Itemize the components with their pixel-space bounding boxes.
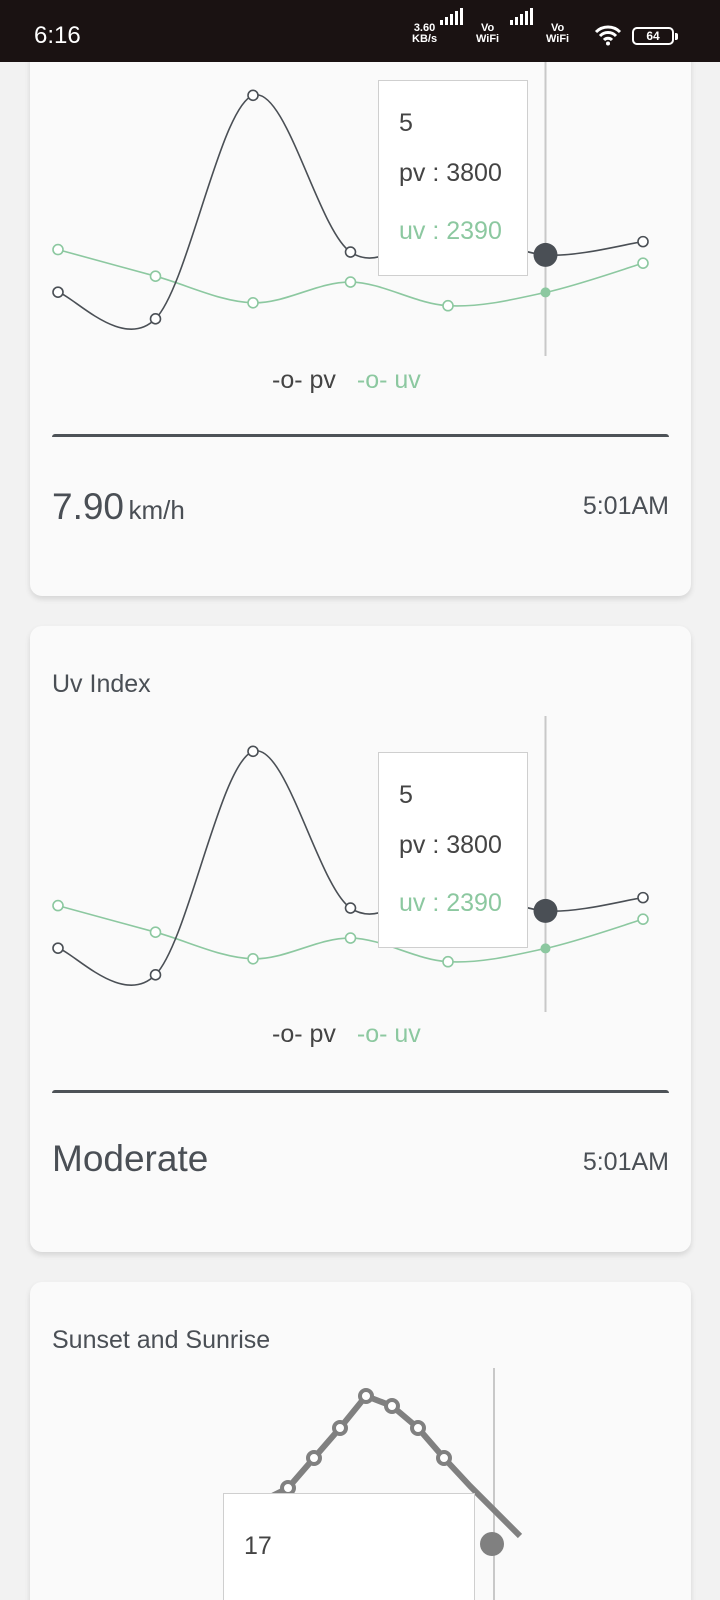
pv-series-line xyxy=(57,94,644,330)
pv-point xyxy=(52,942,64,954)
sunset-sunrise-card: Sunset and Sunrise 17 xyxy=(30,1282,691,1600)
sun-point xyxy=(384,1398,400,1414)
legend-pv: pv xyxy=(309,1020,336,1048)
sun-points xyxy=(280,1388,452,1496)
vowifi-indicator-1: Vo WiFi xyxy=(476,22,500,45)
tooltip-label: 5 xyxy=(399,109,413,137)
tooltip-label: 5 xyxy=(399,781,413,809)
uv-time: 5:01AM xyxy=(582,1148,669,1176)
status-time: 6:16 xyxy=(34,22,81,49)
network-speed: 3.60 KB/s xyxy=(412,23,437,45)
pv-active-dot xyxy=(533,898,558,923)
uv-point xyxy=(442,299,454,312)
wind-speed-value: 7.90 km/h xyxy=(52,486,185,528)
tooltip-pv: pv : 3800 xyxy=(399,159,502,187)
sun-point xyxy=(436,1450,452,1466)
pv-point xyxy=(344,902,357,914)
uv-point xyxy=(344,932,357,944)
pv-point xyxy=(637,235,649,248)
legend-uv-marker: -o- xyxy=(356,366,388,394)
legend-uv: uv xyxy=(394,1020,421,1048)
uv-point xyxy=(52,899,64,912)
legend-uv-marker: -o- xyxy=(356,1020,388,1048)
sun-point xyxy=(410,1420,426,1436)
sun-point xyxy=(358,1388,374,1404)
chart-legend: -o- pv -o- uv xyxy=(272,1020,421,1049)
pv-point xyxy=(149,969,162,981)
uv-point xyxy=(149,926,162,938)
wifi-icon xyxy=(594,25,622,46)
uv-active-dot xyxy=(540,287,551,298)
sun-active-dot xyxy=(480,1532,504,1556)
pv-active-dot xyxy=(533,242,558,267)
status-bar: 6:16 3.60 KB/s Vo WiFi Vo WiFi 64 xyxy=(0,0,720,62)
uv-index-value: Moderate xyxy=(52,1138,209,1179)
legend-pv-marker: -o- xyxy=(272,1020,303,1048)
wind-speed-card: 5 pv : 3800 uv : 2390 -o- pv -o- uv 7.90… xyxy=(30,30,691,596)
wind-time: 5:01AM xyxy=(582,492,669,520)
card-title: Sunset and Sunrise xyxy=(52,1326,271,1354)
uv-active-dot xyxy=(540,943,551,954)
uv-point xyxy=(149,270,162,282)
legend-pv: pv xyxy=(309,366,336,394)
legend-uv: uv xyxy=(394,366,421,394)
uv-point xyxy=(637,257,649,269)
uv-point xyxy=(344,276,357,288)
chart-tooltip: 17 xyxy=(223,1493,475,1600)
pv-point xyxy=(52,286,64,298)
chart-tooltip: 5 pv : 3800 uv : 2390 xyxy=(378,752,528,948)
pv-series-line xyxy=(57,750,644,986)
divider xyxy=(52,1090,669,1093)
network-speed-unit: KB/s xyxy=(412,33,438,45)
battery-icon: 64 xyxy=(632,27,678,45)
pv-point xyxy=(149,313,162,325)
tooltip-uv: uv : 2390 xyxy=(399,889,502,917)
chart-tooltip: 5 pv : 3800 uv : 2390 xyxy=(378,80,528,276)
screen: 6:16 3.60 KB/s Vo WiFi Vo WiFi 64 5 pv:… xyxy=(0,0,720,1600)
tooltip-pv: pv : 3800 xyxy=(399,831,502,859)
uv-point xyxy=(247,953,259,965)
card-title: Uv Index xyxy=(52,670,151,698)
uv-point xyxy=(442,955,454,968)
uv-point xyxy=(247,297,259,309)
pv-point xyxy=(344,246,357,258)
vowifi-indicator-2: Vo WiFi xyxy=(546,22,570,45)
pv-point xyxy=(247,89,259,102)
sun-point xyxy=(332,1420,348,1436)
tooltip-uv: uv : 2390 xyxy=(399,217,502,245)
wind-speed-unit: km/h xyxy=(128,495,185,525)
chart-legend: -o- pv -o- uv xyxy=(272,366,421,395)
uv-point xyxy=(52,243,64,256)
uv-point xyxy=(637,913,649,925)
sun-point xyxy=(306,1450,322,1466)
wind-chart xyxy=(52,60,649,356)
pv-point xyxy=(637,891,649,904)
wind-speed-number: 7.90 xyxy=(52,486,125,527)
tooltip-label: 17 xyxy=(244,1532,272,1560)
uv-chart xyxy=(52,716,649,1012)
pv-point xyxy=(247,745,259,758)
uv-index-card: Uv Index 5 pv : 3800 uv : 2390 -o- pv -o… xyxy=(30,626,691,1252)
legend-pv-marker: -o- xyxy=(272,366,303,394)
divider xyxy=(52,434,669,437)
